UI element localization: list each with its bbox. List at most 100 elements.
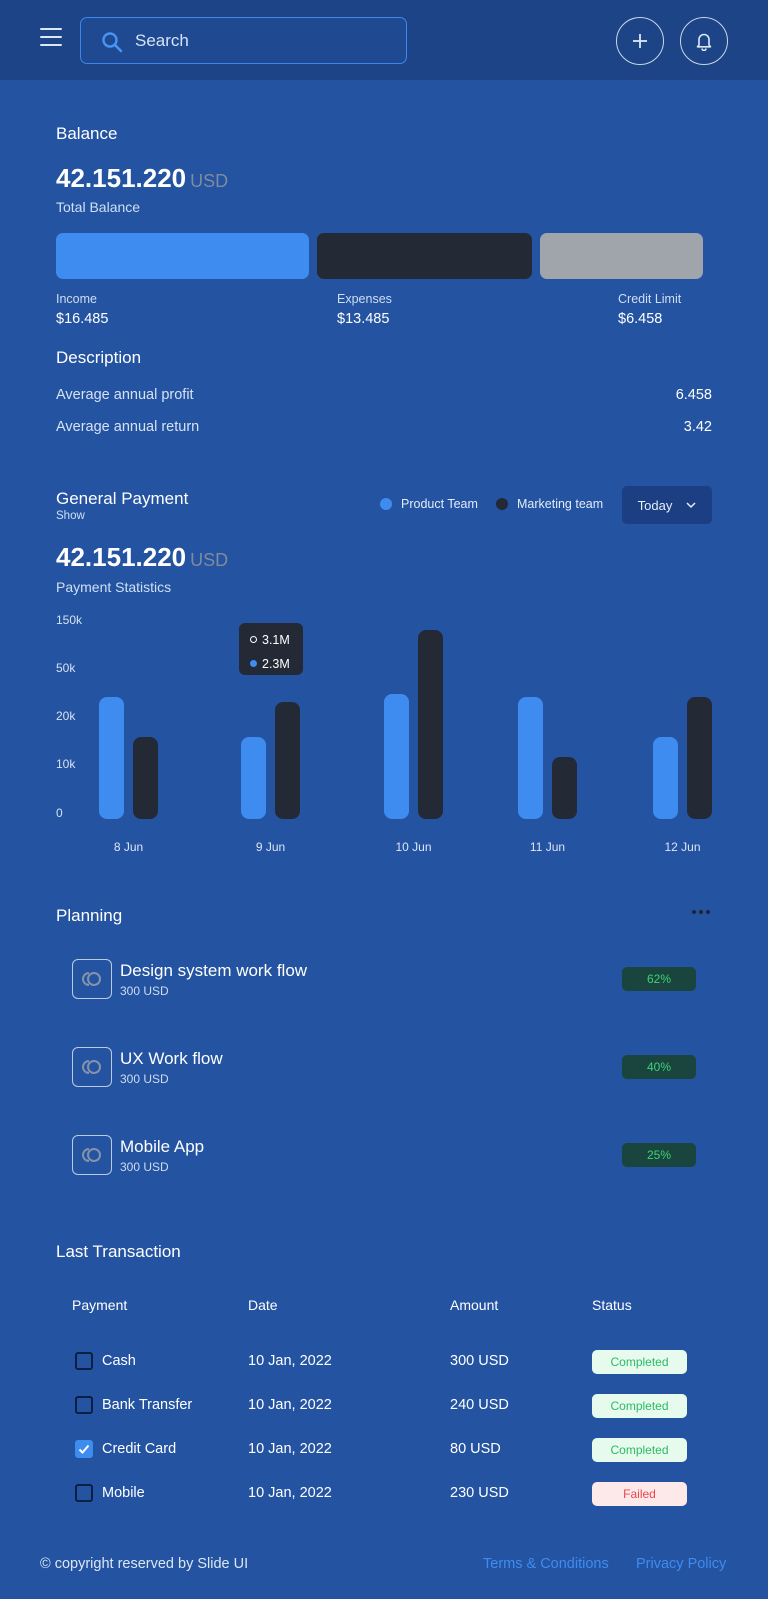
row-checkbox[interactable] [75, 1440, 93, 1458]
annual-return-value: 3.42 [683, 419, 712, 435]
transaction-date: 10 Jan, 2022 [248, 1397, 332, 1413]
chart-bar-product-team[interactable] [99, 697, 124, 819]
period-label: Today [637, 497, 673, 513]
chart-bar-marketing-team[interactable] [687, 697, 712, 819]
top-bar [0, 0, 768, 80]
status-badge: Failed [592, 1482, 687, 1506]
chart-bar-product-team[interactable] [518, 697, 543, 819]
plan-item-title[interactable]: Design system work flow [120, 961, 307, 981]
tooltip-dot-icon [250, 660, 257, 667]
payment-method: Bank Transfer [102, 1397, 193, 1413]
last-transaction-title: Last Transaction [56, 1242, 181, 1261]
chart-bar-product-team[interactable] [653, 737, 678, 819]
x-tick-label: 9 Jun [255, 840, 286, 854]
tooltip-row: 3.1M [250, 630, 303, 649]
transaction-amount: 230 USD [450, 1485, 509, 1501]
payment-statistics-label: Payment Statistics [56, 579, 172, 595]
x-tick-label: 8 Jun [113, 840, 144, 854]
chart-bar-product-team[interactable] [241, 737, 266, 819]
transaction-date: 10 Jan, 2022 [248, 1441, 332, 1457]
balance-amount-value: 42.151.220 [56, 163, 187, 193]
terms-link[interactable]: Terms & Conditions [483, 1556, 609, 1572]
rings-icon [82, 1148, 101, 1162]
transaction-date: 10 Jan, 2022 [248, 1353, 332, 1369]
status-badge: Completed [592, 1350, 687, 1374]
more-options-icon[interactable] [692, 907, 712, 917]
credit-limit-label: Credit Limit [618, 292, 682, 306]
chart-bar-marketing-team[interactable] [133, 737, 158, 819]
plan-item-icon [72, 1135, 112, 1175]
y-tick-label: 150k [56, 613, 83, 627]
legend-marketing-team: Marketing team [496, 497, 603, 511]
plan-item-amount: 300 USD [120, 1072, 169, 1086]
add-button[interactable] [616, 17, 664, 65]
period-dropdown[interactable]: Today [622, 486, 712, 524]
income-bar [56, 233, 309, 279]
row-checkbox[interactable] [75, 1352, 93, 1370]
total-balance-amount: 42.151.220 USD [56, 163, 228, 194]
hamburger-icon[interactable] [40, 28, 62, 50]
transaction-amount: 300 USD [450, 1353, 509, 1369]
legend-product-team: Product Team [380, 497, 478, 511]
general-payment-title: General Payment [56, 489, 189, 508]
legend-dot-icon [380, 498, 392, 510]
x-tick-label: 12 Jun [664, 840, 701, 854]
transaction-amount: 240 USD [450, 1397, 509, 1413]
privacy-link[interactable]: Privacy Policy [636, 1556, 726, 1572]
payment-method: Credit Card [102, 1441, 177, 1457]
column-header-amount[interactable]: Amount [450, 1297, 498, 1313]
payment-amount-value: 42.151.220 [56, 542, 187, 572]
column-header-date[interactable]: Date [248, 1297, 278, 1313]
plan-item-amount: 300 USD [120, 984, 169, 998]
search-input[interactable] [135, 28, 395, 54]
credit-limit-value: $6.458 [618, 311, 663, 327]
transaction-amount: 80 USD [450, 1441, 501, 1457]
chart-bar-marketing-team[interactable] [275, 702, 300, 819]
chevron-down-icon [686, 502, 696, 509]
show-label[interactable]: Show [56, 510, 85, 522]
planning-title: Planning [56, 906, 123, 925]
search-icon [102, 32, 123, 53]
checkmark-icon [78, 1444, 90, 1454]
balance-title: Balance [56, 124, 118, 143]
chart-bar-product-team[interactable] [384, 694, 409, 819]
row-checkbox[interactable] [75, 1484, 93, 1502]
annual-profit-value: 6.458 [675, 387, 712, 403]
income-label: Income [56, 292, 97, 306]
annual-profit-label: Average annual profit [56, 387, 194, 403]
search-box[interactable] [80, 17, 407, 64]
plus-icon [633, 34, 647, 48]
plan-progress-badge: 62% [622, 967, 696, 991]
plan-item-title[interactable]: UX Work flow [120, 1049, 223, 1069]
status-badge: Completed [592, 1438, 687, 1462]
bell-icon [696, 33, 712, 51]
plan-progress-badge: 40% [622, 1055, 696, 1079]
annual-return-label: Average annual return [56, 419, 200, 435]
payment-amount: 42.151.220 USD [56, 542, 228, 573]
x-tick-label: 10 Jun [395, 840, 432, 854]
legend-dot-icon [496, 498, 508, 510]
plan-item-title[interactable]: Mobile App [120, 1137, 204, 1157]
description-title: Description [56, 348, 142, 367]
rings-icon [82, 1060, 101, 1074]
income-value: $16.485 [56, 311, 109, 327]
y-tick-label: 10k [56, 757, 76, 771]
credit-limit-bar [540, 233, 703, 279]
legend-label: Marketing team [517, 497, 604, 511]
chart-bar-marketing-team[interactable] [418, 630, 443, 819]
y-tick-label: 50k [56, 661, 76, 675]
balance-currency: USD [190, 171, 229, 191]
y-tick-label: 20k [56, 709, 76, 723]
column-header-payment[interactable]: Payment [72, 1297, 127, 1313]
transaction-date: 10 Jan, 2022 [248, 1485, 332, 1501]
row-checkbox[interactable] [75, 1396, 93, 1414]
notification-button[interactable] [680, 17, 728, 65]
payment-method: Mobile [102, 1485, 145, 1501]
rings-icon [82, 972, 101, 986]
payment-method: Cash [102, 1353, 136, 1369]
y-tick-label: 0 [56, 806, 63, 820]
plan-item-icon [72, 959, 112, 999]
tooltip-row: 2.3M [250, 654, 303, 673]
column-header-status[interactable]: Status [592, 1297, 632, 1313]
chart-bar-marketing-team[interactable] [552, 756, 577, 819]
